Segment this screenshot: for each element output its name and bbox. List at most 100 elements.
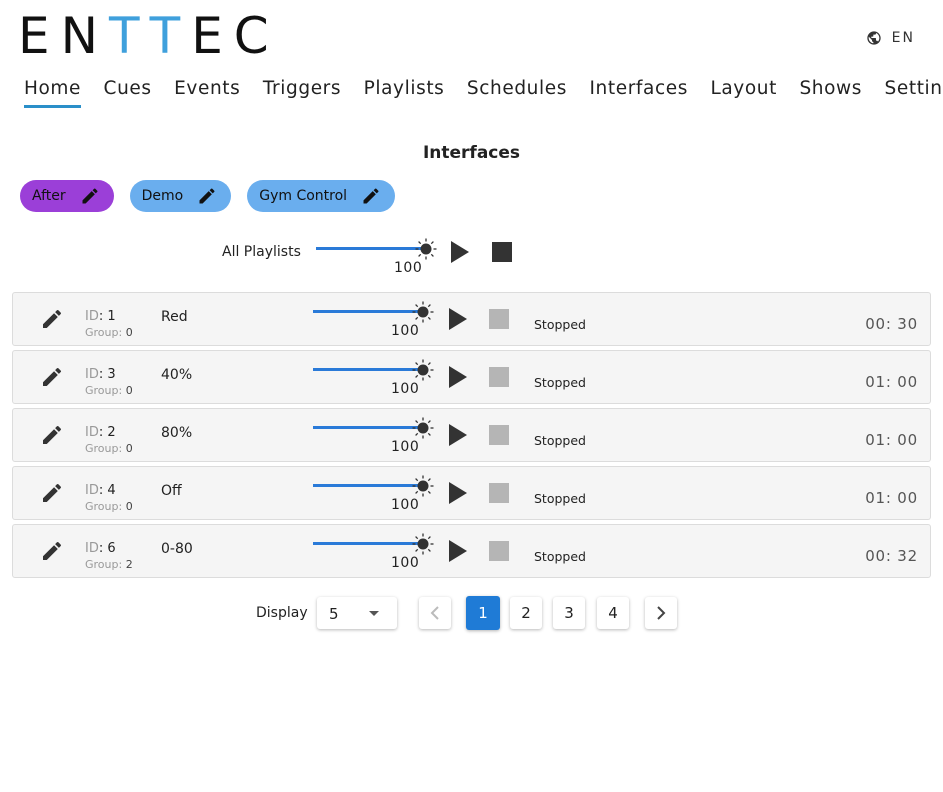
brightness-slider[interactable]: 100 (313, 299, 443, 339)
playlist-name: 40% (161, 367, 193, 383)
slider-track[interactable] (313, 542, 418, 545)
brightness-knob-icon[interactable] (412, 417, 434, 439)
interface-chips: After Demo Gym Control (20, 180, 411, 212)
playlist-id: ID: 2 (85, 425, 116, 440)
stop-icon[interactable] (489, 367, 509, 387)
playlist-name: Off (161, 483, 182, 499)
chip-label: Gym Control (259, 188, 348, 204)
slider-value: 100 (391, 381, 420, 397)
playlist-group: Group: 0 (85, 384, 133, 397)
page-button-3[interactable]: 3 (553, 597, 585, 629)
brightness-slider[interactable]: 100 (313, 357, 443, 397)
table-row: ID: 1 Group: 0 Red 100 Stopped 00: 30 (12, 292, 931, 346)
chip-label: After (32, 188, 66, 204)
playlist-id: ID: 3 (85, 367, 116, 382)
chip-gym-control[interactable]: Gym Control (247, 180, 396, 212)
pencil-icon[interactable] (40, 539, 64, 563)
brightness-knob-icon[interactable] (412, 475, 434, 497)
display-label: Display (256, 605, 308, 621)
slider-value: 100 (391, 555, 420, 571)
duration-text: 01: 00 (865, 373, 918, 391)
play-all-icon[interactable] (450, 240, 470, 264)
pagination: Display 5 1 2 3 4 (0, 596, 943, 631)
stop-icon[interactable] (489, 541, 509, 561)
pencil-icon[interactable] (80, 186, 100, 206)
page-button-2[interactable]: 2 (510, 597, 542, 629)
playlist-name: Red (161, 309, 188, 325)
playlist-id: ID: 1 (85, 309, 116, 324)
pencil-icon[interactable] (361, 186, 381, 206)
brightness-knob-icon[interactable] (412, 301, 434, 323)
page-title: Interfaces (422, 143, 521, 163)
pencil-icon[interactable] (40, 423, 64, 447)
nav-events[interactable]: Events (174, 78, 240, 106)
next-page-button[interactable] (645, 597, 677, 629)
table-row: ID: 6 Group: 2 0-80 100 Stopped 00: 32 (12, 524, 931, 578)
slider-value: 100 (391, 439, 420, 455)
pencil-icon[interactable] (40, 307, 64, 331)
all-playlists-row: All Playlists 100 (0, 236, 943, 282)
display-count-select[interactable]: 5 (317, 597, 397, 629)
brightness-knob-icon[interactable] (412, 359, 434, 381)
play-icon[interactable] (448, 481, 468, 505)
playlist-group: Group: 0 (85, 442, 133, 455)
playlist-id: ID: 6 (85, 541, 116, 556)
brightness-slider[interactable]: 100 (313, 415, 443, 455)
main-nav: Home Cues Events Triggers Playlists Sche… (24, 78, 943, 108)
nav-interfaces[interactable]: Interfaces (589, 78, 687, 106)
chevron-right-icon (657, 606, 666, 620)
slider-track[interactable] (313, 426, 418, 429)
stop-all-icon[interactable] (492, 242, 512, 262)
stop-icon[interactable] (489, 483, 509, 503)
slider-track[interactable] (313, 484, 418, 487)
language-selector[interactable]: EN (866, 30, 915, 46)
duration-text: 01: 00 (865, 489, 918, 507)
nav-schedules[interactable]: Schedules (467, 78, 567, 106)
prev-page-button[interactable] (419, 597, 451, 629)
page-button-1[interactable]: 1 (466, 596, 500, 630)
slider-track[interactable] (316, 247, 421, 250)
table-row: ID: 3 Group: 0 40% 100 Stopped 01: 00 (12, 350, 931, 404)
pencil-icon[interactable] (197, 186, 217, 206)
brightness-slider[interactable]: 100 (313, 531, 443, 571)
chip-after[interactable]: After (20, 180, 114, 212)
master-brightness-slider[interactable]: 100 (316, 236, 446, 276)
chevron-left-icon (430, 606, 439, 620)
stop-icon[interactable] (489, 425, 509, 445)
table-row: ID: 2 Group: 0 80% 100 Stopped 01: 00 (12, 408, 931, 462)
nav-triggers[interactable]: Triggers (263, 78, 341, 106)
all-playlists-label: All Playlists (222, 244, 301, 260)
table-row: ID: 4 Group: 0 Off 100 Stopped 01: 00 (12, 466, 931, 520)
playlist-group: Group: 0 (85, 500, 133, 513)
nav-layout[interactable]: Layout (710, 78, 777, 106)
nav-playlists[interactable]: Playlists (364, 78, 445, 106)
play-icon[interactable] (448, 539, 468, 563)
status-text: Stopped (534, 375, 586, 390)
slider-value: 100 (391, 323, 420, 339)
display-count-value: 5 (329, 605, 339, 623)
status-text: Stopped (534, 433, 586, 448)
chip-label: Demo (141, 188, 184, 204)
chip-demo[interactable]: Demo (129, 180, 232, 212)
nav-settings[interactable]: Settings (885, 78, 943, 106)
brightness-slider[interactable]: 100 (313, 473, 443, 513)
play-icon[interactable] (448, 423, 468, 447)
status-text: Stopped (534, 317, 586, 332)
stop-icon[interactable] (489, 309, 509, 329)
pencil-icon[interactable] (40, 481, 64, 505)
play-icon[interactable] (448, 365, 468, 389)
playlist-name: 80% (161, 425, 193, 441)
nav-home[interactable]: Home (24, 78, 82, 108)
slider-track[interactable] (313, 310, 418, 313)
brightness-knob-icon[interactable] (412, 533, 434, 555)
playlist-group: Group: 2 (85, 558, 133, 571)
play-icon[interactable] (448, 307, 468, 331)
duration-text: 00: 32 (865, 547, 918, 565)
slider-track[interactable] (313, 368, 418, 371)
page-button-4[interactable]: 4 (597, 597, 629, 629)
brightness-knob-icon[interactable] (415, 238, 437, 260)
playlist-id: ID: 4 (85, 483, 116, 498)
nav-shows[interactable]: Shows (799, 78, 862, 106)
nav-cues[interactable]: Cues (104, 78, 152, 106)
pencil-icon[interactable] (40, 365, 64, 389)
